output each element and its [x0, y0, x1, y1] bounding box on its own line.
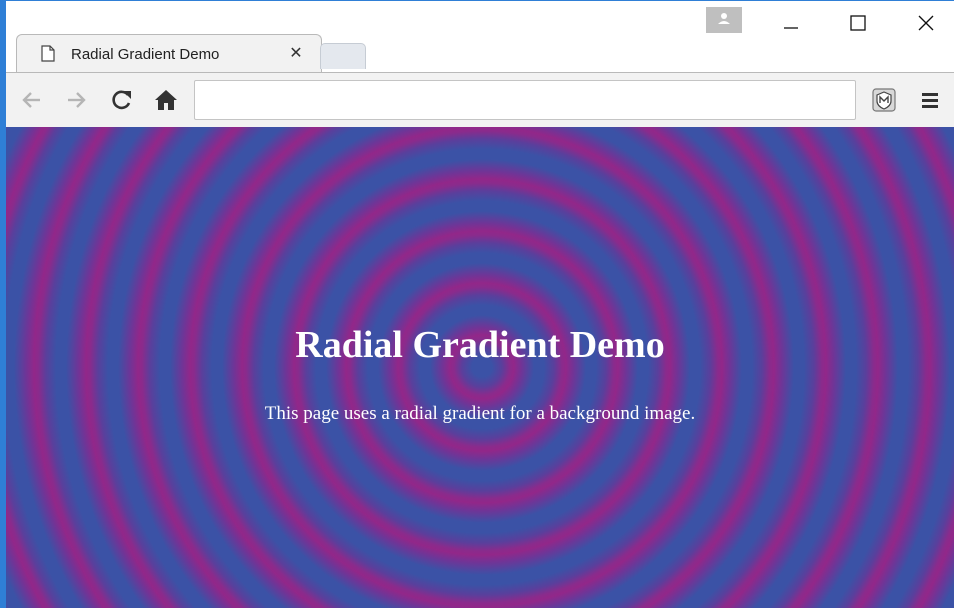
minimize-icon: [784, 27, 798, 29]
reload-button[interactable]: [108, 86, 136, 114]
browser-toolbar: [6, 72, 954, 127]
home-button[interactable]: [152, 86, 180, 114]
minimize-button[interactable]: [771, 11, 811, 35]
extension-shield-icon: [872, 88, 896, 112]
browser-window: Radial Gradient Demo ✕ Radial Gradient D…: [0, 0, 954, 608]
maximize-button[interactable]: [838, 11, 878, 35]
page-heading: Radial Gradient Demo: [295, 324, 665, 366]
arrow-left-icon: [22, 92, 40, 108]
hamburger-menu-icon: [922, 93, 938, 108]
extension-button[interactable]: [870, 86, 898, 114]
tab-title: Radial Gradient Demo: [71, 46, 220, 63]
tab-close-icon[interactable]: ✕: [287, 43, 305, 62]
tab-radial-gradient-demo[interactable]: Radial Gradient Demo ✕: [16, 34, 322, 72]
page-viewport: Radial Gradient Demo This page uses a ra…: [6, 127, 954, 608]
close-icon: [918, 15, 934, 31]
profile-button[interactable]: [706, 7, 742, 33]
back-button[interactable]: [18, 86, 46, 114]
reload-icon: [112, 90, 131, 110]
title-bar: Radial Gradient Demo ✕: [6, 1, 954, 72]
home-icon: [155, 90, 177, 110]
close-window-button[interactable]: [906, 11, 946, 35]
new-tab-button[interactable]: [320, 43, 366, 69]
menu-button[interactable]: [916, 86, 944, 114]
person-icon: [718, 13, 730, 24]
page-paragraph: This page uses a radial gradient for a b…: [264, 403, 696, 424]
page-icon: [41, 45, 55, 62]
maximize-icon: [850, 15, 866, 31]
forward-button[interactable]: [62, 86, 90, 114]
address-bar-input[interactable]: [194, 80, 856, 120]
arrow-right-icon: [68, 92, 86, 108]
